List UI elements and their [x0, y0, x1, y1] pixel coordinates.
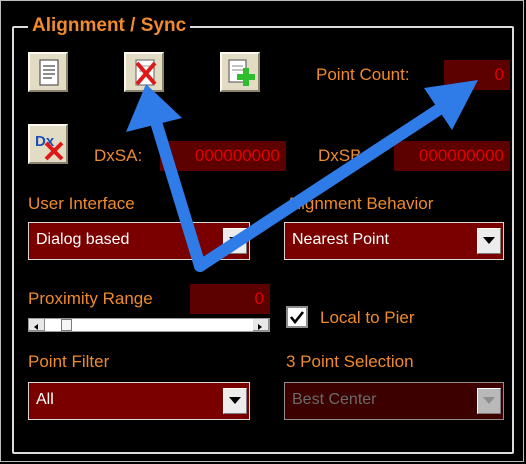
three-point-selection-dropdown[interactable]: Best Center [284, 382, 504, 420]
alignment-behavior-dropdown[interactable]: Nearest Point [284, 222, 504, 260]
add-point-button[interactable] [220, 52, 260, 92]
clear-points-button[interactable] [124, 52, 164, 92]
alignment-behavior-label: Alignment Behavior [286, 194, 434, 213]
three-point-selection-dropdown-arrow[interactable] [477, 388, 501, 414]
dxsb-label: DxSB: [318, 146, 367, 165]
point-count-field: 0 [444, 60, 510, 90]
scroll-right-button[interactable] [253, 319, 269, 331]
chevron-down-icon [229, 397, 241, 404]
proximity-range-slider[interactable] [28, 318, 270, 332]
dx-clear-button[interactable]: Dx [28, 124, 68, 164]
point-filter-label: Point Filter [28, 352, 110, 371]
group-title: Alignment / Sync [28, 14, 191, 38]
point-filter-value: All [36, 391, 54, 408]
user-interface-dropdown[interactable]: Dialog based [28, 222, 250, 260]
add-point-icon [228, 59, 255, 86]
chevron-down-icon [483, 237, 495, 244]
dxsa-label: DxSA: [94, 146, 143, 165]
document-button[interactable] [28, 52, 68, 92]
user-interface-label: User Interface [28, 194, 135, 213]
three-point-selection-label: 3 Point Selection [286, 352, 414, 371]
alignment-behavior-value: Nearest Point [292, 231, 389, 248]
checkmark-icon [289, 311, 305, 325]
local-to-pier-label: Local to Pier [320, 308, 415, 327]
user-interface-dropdown-arrow[interactable] [223, 228, 247, 254]
arrow-left-icon [34, 324, 38, 330]
local-to-pier-checkbox[interactable] [286, 306, 308, 328]
proximity-range-thumb[interactable] [61, 319, 72, 331]
point-filter-dropdown[interactable]: All [28, 382, 250, 420]
clear-icon [135, 59, 157, 86]
three-point-selection-value: Best Center [292, 391, 377, 408]
dx-clear-icon: Dx [35, 133, 64, 161]
point-count-label: Point Count: [316, 65, 410, 84]
arrow-right-icon [258, 324, 262, 330]
user-interface-value: Dialog based [36, 231, 130, 248]
proximity-range-field: 0 [190, 284, 270, 314]
scroll-left-button[interactable] [29, 319, 45, 331]
proximity-range-label: Proximity Range [28, 289, 153, 308]
chevron-down-icon [483, 397, 495, 404]
document-icon [39, 59, 59, 86]
dxsa-field: 000000000 [160, 141, 286, 171]
chevron-down-icon [229, 237, 241, 244]
dxsb-field: 000000000 [394, 141, 510, 171]
point-filter-dropdown-arrow[interactable] [223, 388, 247, 414]
alignment-behavior-dropdown-arrow[interactable] [477, 228, 501, 254]
